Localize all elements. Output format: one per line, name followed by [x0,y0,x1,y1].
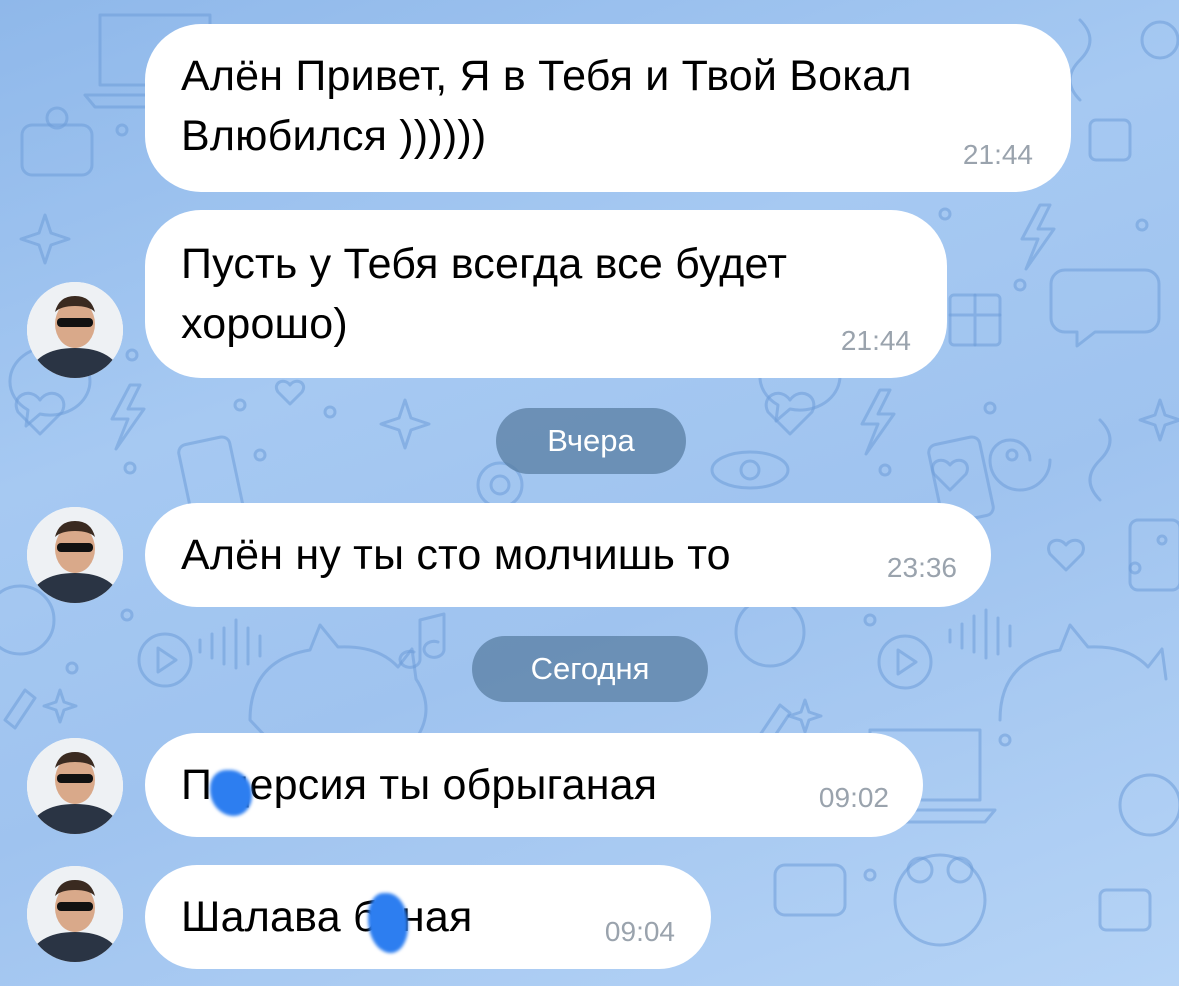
sender-avatar[interactable] [27,507,123,603]
pencil-doodle-icon [3,688,37,730]
user-photo-avatar-icon [27,507,123,603]
eye-doodle-icon [739,459,761,481]
message-timestamp: 23:36 [886,552,957,583]
user-photo-avatar-icon [27,866,123,962]
dot-doodle-icon [983,401,997,415]
dot-doodle-icon [1156,534,1168,546]
box-doodle-icon [1088,118,1132,162]
message-text: Шалава баная [181,893,473,941]
message-timestamp: 21:44 [840,325,911,356]
message-bubble-incoming[interactable]: Пусть у Тебя всегда все будет хорошо) 21… [145,210,947,378]
play-doodle-icon [896,648,918,676]
box-doodle-icon [1128,518,1179,592]
dot-doodle-icon [253,448,267,462]
message-bubble-incoming[interactable]: П дерсия ты обрыганая 09:02 [145,733,923,837]
cat-doodle-icon [998,623,1168,722]
frog-doodle-icon [906,856,934,884]
sender-avatar[interactable] [27,738,123,834]
sound-wave-doodle-icon [198,618,262,670]
dot-doodle-icon [125,348,139,362]
heart-doodle-icon [764,391,816,436]
message-text: П дерсия ты обрыганая [181,761,658,809]
play-doodle-icon [877,634,933,690]
dot-doodle-icon [323,405,337,419]
chat-bubble-doodle-icon [1049,268,1161,348]
dot-doodle-icon [1005,448,1019,462]
lightning-doodle-icon [1020,203,1056,271]
heart-doodle-icon [275,379,305,406]
message-timestamp: 09:04 [604,916,675,947]
smiley-doodle-icon [0,584,56,656]
message-bubble-incoming[interactable]: Алён ну ты сто молчишь то 23:36 [145,503,991,607]
message-text: Пусть у Тебя всегда все будет хорошо) [181,240,788,348]
dot-doodle-icon [1013,278,1027,292]
smiley-doodle-icon [734,596,806,668]
dot-doodle-icon [998,733,1012,747]
dot-doodle-icon [938,207,952,221]
dot-doodle-icon [123,461,137,475]
play-doodle-icon [137,632,193,688]
squiggle-doodle-icon [1088,418,1112,502]
star-doodle-icon [787,698,823,734]
sender-avatar[interactable] [27,282,123,378]
dot-doodle-icon [863,868,877,882]
camera-doodle-icon [773,863,847,917]
dot-doodle-icon [115,123,129,137]
squiggle-doodle-icon [1068,18,1092,102]
spiral-doodle-icon [988,438,1052,492]
heart-doodle-icon [1047,538,1085,572]
star-doodle-icon [379,398,431,450]
message-bubble-incoming[interactable]: Шалава баная 09:04 [145,865,711,969]
dot-doodle-icon [65,661,79,675]
smiley-doodle-icon [1118,773,1179,837]
message-bubble-incoming[interactable]: Алён Привет, Я в Тебя и Твой Вокал Влюби… [145,24,1071,192]
dot-doodle-icon [233,398,247,412]
user-photo-avatar-icon [27,738,123,834]
user-photo-avatar-icon [27,282,123,378]
play-doodle-icon [156,646,178,674]
lightning-doodle-icon [110,383,146,451]
heart-doodle-icon [931,458,969,492]
star-doodle-icon [1138,398,1179,442]
sender-avatar[interactable] [27,866,123,962]
date-separator-today: Сегодня [472,636,708,702]
dot-doodle-icon [1135,218,1149,232]
ring-doodle-icon [1140,20,1179,60]
message-text: Алён ну ты сто молчишь то [181,531,731,579]
date-separator-yesterday: Вчера [496,408,686,474]
message-timestamp: 09:02 [818,782,889,813]
gift-doodle-icon [948,293,1002,347]
camera-doodle-icon [20,123,94,177]
message-text: Алён Привет, Я в Тебя и Твой Вокал Влюби… [181,52,912,160]
dot-doodle-icon [878,463,892,477]
lightning-doodle-icon [860,388,896,456]
frog-doodle-icon [946,856,974,884]
eye-doodle-icon [710,450,790,490]
box-doodle-icon [1098,888,1152,932]
at-doodle-icon [489,474,511,496]
dot-doodle-icon [863,613,877,627]
sound-wave-doodle-icon [948,608,1012,660]
dot-doodle-icon [120,608,134,622]
star-doodle-icon [42,688,78,724]
music-doodle-icon [398,612,446,669]
message-timestamp: 21:44 [962,139,1033,170]
star-doodle-icon [19,213,71,265]
